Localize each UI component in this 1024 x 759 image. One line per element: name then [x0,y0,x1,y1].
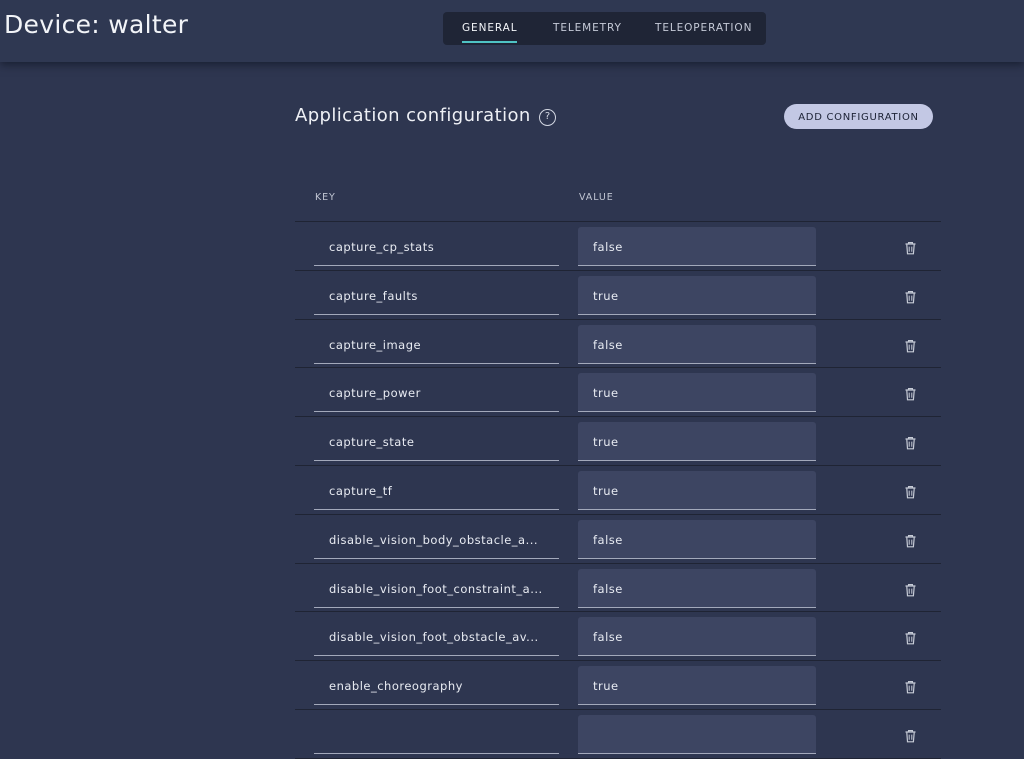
value-field[interactable]: false [578,227,816,266]
trash-icon[interactable] [904,240,917,255]
trash-icon[interactable] [904,630,917,645]
key-field[interactable]: disable_vision_foot_obstacle_av... [314,617,559,657]
key-field[interactable]: capture_tf [314,471,559,510]
trash-icon[interactable] [904,338,917,352]
trash-icon[interactable] [904,728,917,743]
value-text: false [593,532,623,547]
key-text: capture_tf [329,484,393,498]
tab-bar: GENERAL TELEMETRY TELEOPERATION [443,12,766,45]
key-text: disable_vision_body_obstacle_a... [329,532,539,547]
key-field[interactable] [314,715,559,754]
question-circle-icon[interactable]: ? [539,109,556,126]
table-row: capture_image false [295,320,941,369]
value-field[interactable] [578,715,816,754]
key-text: capture_cp_stats [329,240,435,254]
table-row: disable_vision_body_obstacle_a... false [295,515,941,564]
value-text: false [593,630,623,645]
key-field[interactable]: capture_power [314,373,559,413]
table-row: capture_faults true [295,271,941,320]
value-field[interactable]: false [578,519,816,559]
column-header-key: KEY [315,192,336,203]
key-field[interactable]: enable_choreography [314,666,559,706]
key-field[interactable]: capture_cp_stats [314,227,559,266]
key-text: capture_faults [329,288,418,303]
key-text: capture_state [329,435,415,450]
value-text: true [593,288,619,303]
value-text: true [593,679,619,694]
key-text: capture_power [329,386,421,401]
tab-teleoperation-label: TELEOPERATION [655,22,753,34]
value-text: false [593,581,623,596]
value-field[interactable]: false [578,568,816,608]
key-field[interactable]: capture_state [314,422,559,462]
value-field[interactable]: false [578,617,816,657]
value-field[interactable]: true [578,373,816,413]
trash-icon[interactable] [904,679,917,694]
tab-general[interactable]: GENERAL [462,12,518,45]
key-field[interactable]: capture_faults [314,276,559,315]
trash-icon[interactable] [904,289,917,304]
key-text: disable_vision_foot_constraint_a... [329,581,543,596]
tab-teleoperation[interactable]: TELEOPERATION [655,12,752,45]
key-field[interactable]: capture_image [314,325,559,364]
table-row [295,710,941,759]
app-header: Device: walter GENERAL TELEMETRY TELEOPE… [0,0,1024,62]
value-field[interactable]: true [578,422,816,462]
value-text: false [593,240,623,254]
trash-icon[interactable] [904,582,917,596]
table-row: capture_cp_stats false [295,222,941,271]
trash-icon[interactable] [904,484,917,499]
add-configuration-button[interactable]: ADD CONFIGURATION [784,104,933,129]
value-field[interactable]: false [578,324,816,364]
value-text: true [593,386,619,401]
table-row: capture_state true [295,417,941,466]
table-row: disable_vision_foot_constraint_a... false [295,564,941,613]
tab-telemetry[interactable]: TELEMETRY [553,12,622,45]
key-field[interactable]: disable_vision_foot_constraint_a... [314,569,559,608]
table-row: capture_power true [295,368,941,418]
value-field[interactable]: true [578,275,816,315]
key-text: enable_choreography [329,679,463,694]
table-row: capture_tf true [295,466,941,515]
value-text: true [593,484,619,498]
key-text: disable_vision_foot_obstacle_av... [329,630,539,645]
tab-general-label: GENERAL [462,22,518,34]
value-field[interactable]: true [578,666,816,706]
value-text: true [593,435,619,450]
device-title: Device: walter [4,10,189,39]
column-header-value: VALUE [579,192,614,203]
key-field[interactable]: disable_vision_body_obstacle_a... [314,520,559,559]
active-tab-indicator [462,41,518,43]
trash-icon[interactable] [904,435,917,450]
section-title: Application configuration [295,105,531,126]
trash-icon[interactable] [904,533,917,548]
value-text: false [593,337,623,352]
table-row: disable_vision_foot_obstacle_av... false [295,612,941,662]
trash-icon[interactable] [904,386,917,401]
tab-telemetry-label: TELEMETRY [553,22,622,34]
value-field[interactable]: true [578,471,816,510]
key-text: capture_image [329,337,422,352]
table-row: enable_choreography true [295,661,941,710]
